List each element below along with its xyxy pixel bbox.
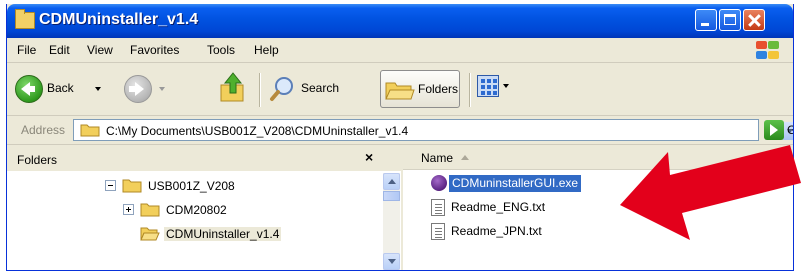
tree-item-label: CDM20802 bbox=[166, 203, 227, 217]
txt-icon bbox=[431, 199, 445, 216]
menu-help[interactable]: Help bbox=[254, 43, 279, 57]
minimize-button[interactable] bbox=[695, 9, 717, 31]
folders-scrollbar[interactable] bbox=[383, 173, 400, 270]
scroll-down-button[interactable] bbox=[383, 253, 400, 270]
menu-view[interactable]: View bbox=[87, 43, 113, 57]
expand-icon[interactable] bbox=[123, 204, 134, 215]
folder-icon bbox=[140, 203, 160, 217]
window-title: CDMUninstaller_v1.4 bbox=[39, 11, 199, 28]
close-button[interactable] bbox=[743, 9, 765, 31]
exe-icon bbox=[431, 175, 447, 191]
search-icon[interactable] bbox=[269, 75, 297, 103]
back-label[interactable]: Back bbox=[47, 81, 74, 95]
folders-pane-header: Folders × bbox=[7, 145, 401, 171]
windows-logo-icon bbox=[755, 40, 781, 60]
back-button[interactable] bbox=[15, 75, 43, 103]
folder-icon bbox=[15, 9, 35, 29]
views-dropdown-icon[interactable] bbox=[503, 84, 509, 88]
folders-button[interactable]: Folders bbox=[380, 70, 460, 108]
scroll-up-button[interactable] bbox=[383, 173, 400, 190]
tree-item-cdm20802[interactable]: CDM20802 bbox=[7, 200, 377, 222]
name-column-header[interactable]: Name bbox=[421, 151, 453, 165]
folders-pane-title: Folders bbox=[17, 153, 58, 167]
toolbar: Back Search Folders bbox=[7, 63, 793, 116]
address-bar: Address C:\My Documents\USB001Z_V208\CDM… bbox=[7, 116, 793, 145]
folders-label: Folders bbox=[418, 82, 459, 96]
scroll-thumb[interactable] bbox=[383, 191, 400, 201]
tree-item-usb001z-v208[interactable]: USB001Z_V208 bbox=[7, 176, 377, 198]
title-bar[interactable]: CDMUninstaller_v1.4 bbox=[7, 4, 793, 38]
collapse-icon[interactable] bbox=[105, 180, 116, 191]
close-pane-button[interactable]: × bbox=[365, 149, 373, 165]
menu-bar: File Edit View Favorites Tools Help bbox=[7, 38, 793, 63]
menu-file[interactable]: File bbox=[17, 43, 36, 57]
toolbar-separator bbox=[259, 73, 260, 107]
go-label[interactable]: G bbox=[787, 123, 793, 137]
folder-icon bbox=[80, 124, 100, 137]
sort-ascending-icon bbox=[461, 155, 469, 160]
menu-tools[interactable]: Tools bbox=[207, 43, 235, 57]
menu-favorites[interactable]: Favorites bbox=[130, 43, 179, 57]
views-icon[interactable] bbox=[477, 75, 499, 97]
address-label: Address bbox=[21, 123, 66, 137]
go-button[interactable] bbox=[764, 120, 784, 140]
maximize-button[interactable] bbox=[719, 9, 741, 31]
search-label[interactable]: Search bbox=[301, 81, 339, 95]
forward-dropdown-icon[interactable] bbox=[159, 87, 165, 91]
tree-item-label: USB001Z_V208 bbox=[148, 179, 235, 193]
address-path: C:\My Documents\USB001Z_V208\CDMUninstal… bbox=[106, 124, 409, 138]
tree-item-label: CDMUninstaller_v1.4 bbox=[164, 227, 282, 241]
txt-icon bbox=[431, 223, 445, 240]
up-folder-icon[interactable] bbox=[219, 71, 247, 103]
folder-icon bbox=[122, 179, 142, 193]
menu-edit[interactable]: Edit bbox=[49, 43, 70, 57]
red-annotation-arrow bbox=[620, 145, 801, 240]
folders-icon bbox=[385, 82, 415, 100]
tree-item-cdmuninstaller[interactable]: CDMUninstaller_v1.4 bbox=[7, 224, 377, 246]
forward-arrow-icon bbox=[129, 82, 144, 96]
open-folder-icon bbox=[140, 227, 160, 241]
back-arrow-icon bbox=[21, 82, 35, 96]
address-field[interactable]: C:\My Documents\USB001Z_V208\CDMUninstal… bbox=[73, 119, 793, 141]
forward-button[interactable] bbox=[124, 75, 152, 103]
toolbar-separator bbox=[469, 73, 470, 107]
folders-pane: Folders × USB001Z_V208 CDM20802 CDMUnins… bbox=[7, 145, 402, 270]
back-dropdown-icon[interactable] bbox=[95, 87, 101, 91]
